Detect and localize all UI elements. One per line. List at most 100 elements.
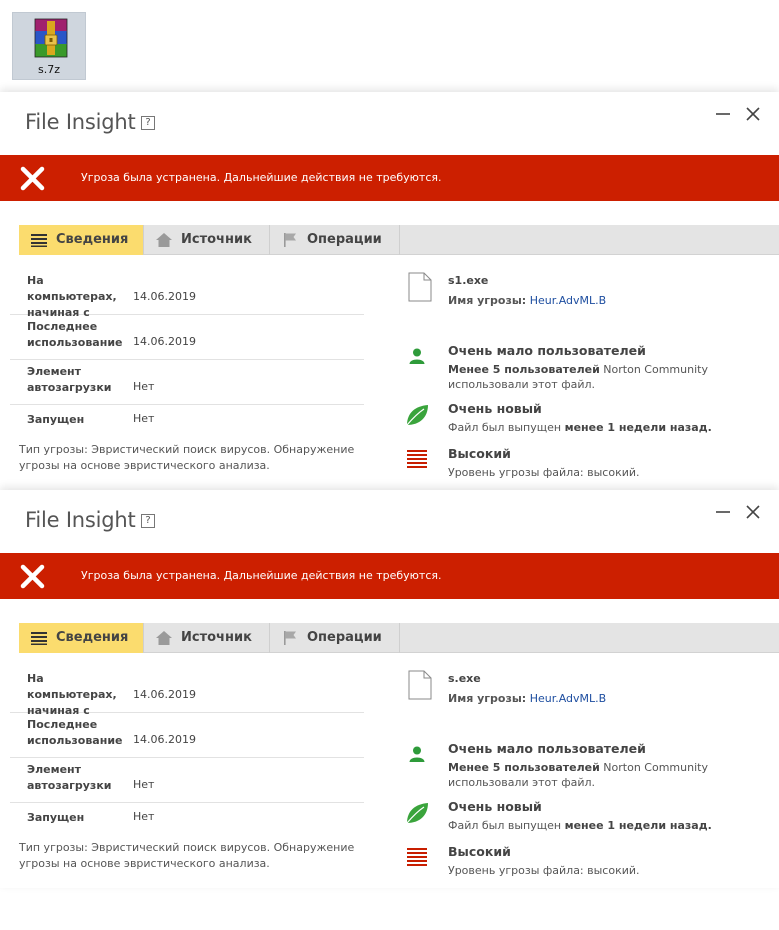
minimize-icon[interactable]	[715, 504, 731, 520]
home-icon	[156, 631, 172, 645]
stat-heading: Высокий	[448, 446, 511, 461]
detail-value: 14.06.2019	[133, 688, 196, 701]
stat-heading: Очень новый	[448, 401, 542, 416]
detail-row-startup-item: Элемент автозагрузки Нет	[10, 758, 364, 803]
tab-operations[interactable]: Операции	[270, 225, 400, 255]
detail-label: Последнее использование	[27, 718, 123, 747]
stat-desc-bold: Менее 5 пользователей	[448, 761, 600, 774]
stat-description: Уровень угрозы файла: высокий.	[448, 466, 640, 479]
stat-desc-bold: Менее 5 пользователей	[448, 363, 600, 376]
leaf-icon	[406, 405, 428, 426]
tab-details[interactable]: Сведения	[19, 623, 144, 653]
document-icon	[408, 272, 432, 302]
threat-name-label: Имя угрозы:	[448, 692, 527, 705]
user-icon	[409, 746, 425, 762]
winrar-archive-icon	[34, 18, 68, 58]
flag-icon	[284, 233, 296, 247]
detail-value: Нет	[133, 380, 155, 393]
detail-label: Последнее использование	[27, 320, 123, 349]
file-name: s.exe	[448, 672, 481, 685]
list-icon	[31, 234, 47, 247]
detail-row-startup-item: Элемент автозагрузки Нет	[10, 360, 364, 405]
status-banner: Угроза была устранена. Дальнейшие действ…	[0, 553, 779, 599]
detail-label: На компьютерах, начиная с	[27, 672, 117, 717]
stat-heading: Очень новый	[448, 799, 542, 814]
detail-label: На компьютерах, начиная с	[27, 274, 117, 319]
tab-source-label: Источник	[181, 232, 252, 247]
detail-value: 14.06.2019	[133, 733, 196, 746]
detail-value: 14.06.2019	[133, 335, 196, 348]
detail-label: Запущен	[27, 413, 85, 426]
tab-operations[interactable]: Операции	[270, 623, 400, 653]
stat-description: Файл был выпущен менее 1 недели назад.	[448, 420, 748, 435]
file-insight-window-2: File Insight ? Угроза была устранена. Да…	[0, 490, 779, 888]
minimize-icon[interactable]	[715, 106, 731, 122]
detail-row-first-seen: На компьютерах, начиная с 14.06.2019	[10, 270, 364, 319]
close-icon[interactable]	[745, 504, 761, 520]
stat-description: Файл был выпущен менее 1 недели назад.	[448, 818, 748, 833]
file-name: s1.exe	[448, 274, 489, 287]
detail-value: 14.06.2019	[133, 290, 196, 303]
detail-label: Элемент автозагрузки	[27, 365, 112, 394]
tab-bar: Сведения Источник Операции	[19, 623, 779, 653]
detail-row-running: Запущен Нет	[10, 803, 364, 833]
tab-details-label: Сведения	[56, 630, 129, 645]
detail-label: Запущен	[27, 811, 85, 824]
tab-source-label: Источник	[181, 630, 252, 645]
file-insight-window-1: File Insight ? Угроза была устранена. Да…	[0, 92, 779, 490]
desktop-file-name: s.7z	[38, 63, 60, 76]
detail-label: Элемент автозагрузки	[27, 763, 112, 792]
detail-value: Нет	[133, 778, 155, 791]
stat-description: Менее 5 пользователей Norton Community и…	[448, 760, 748, 790]
threat-name-label: Имя угрозы:	[448, 294, 527, 307]
details-table: На компьютерах, начиная с 14.06.2019 Пос…	[10, 668, 364, 833]
list-icon	[31, 632, 47, 645]
home-icon	[156, 233, 172, 247]
threat-name-line: Имя угрозы: Heur.AdvML.B	[448, 294, 606, 307]
stat-desc-bold: менее 1 недели назад.	[564, 819, 712, 832]
tab-details-label: Сведения	[56, 232, 129, 247]
threat-level-icon	[407, 450, 427, 468]
status-banner: Угроза была устранена. Дальнейшие действ…	[0, 155, 779, 201]
stat-desc-bold: менее 1 недели назад.	[564, 421, 712, 434]
threat-level-icon	[407, 848, 427, 866]
tab-source[interactable]: Источник	[144, 623, 270, 653]
details-table: На компьютерах, начиная с 14.06.2019 Пос…	[10, 270, 364, 435]
user-icon	[409, 348, 425, 364]
detail-value: Нет	[133, 412, 155, 425]
close-icon[interactable]	[745, 106, 761, 122]
threat-type-description: Тип угрозы: Эвристический поиск вирусов.…	[19, 841, 355, 870]
threat-type-description: Тип угрозы: Эвристический поиск вирусов.…	[19, 443, 355, 472]
detail-value: Нет	[133, 810, 155, 823]
flag-icon	[284, 631, 296, 645]
tab-source[interactable]: Источник	[144, 225, 270, 255]
desktop-file-s7z[interactable]: s.7z	[12, 12, 86, 80]
desktop: s.7z	[0, 0, 779, 92]
stat-heading: Очень мало пользователей	[448, 741, 646, 756]
stat-desc-text: Файл был выпущен	[448, 421, 565, 434]
stat-heading: Высокий	[448, 844, 511, 859]
leaf-icon	[406, 803, 428, 824]
stat-description: Уровень угрозы файла: высокий.	[448, 864, 640, 877]
detail-row-last-used: Последнее использование 14.06.2019	[10, 713, 364, 758]
tab-operations-label: Операции	[307, 232, 382, 247]
x-mark-icon	[20, 166, 45, 191]
stat-heading: Очень мало пользователей	[448, 343, 646, 358]
window-title: File Insight	[25, 110, 136, 134]
stat-desc-text: Файл был выпущен	[448, 819, 565, 832]
threat-name-line: Имя угрозы: Heur.AdvML.B	[448, 692, 606, 705]
stat-description: Менее 5 пользователей Norton Community и…	[448, 362, 748, 392]
help-button[interactable]: ?	[141, 116, 155, 130]
document-icon	[408, 670, 432, 700]
tab-bar: Сведения Источник Операции	[19, 225, 779, 255]
tab-details[interactable]: Сведения	[19, 225, 144, 255]
help-button[interactable]: ?	[141, 514, 155, 528]
banner-message: Угроза была устранена. Дальнейшие действ…	[81, 171, 442, 184]
detail-row-first-seen: На компьютерах, начиная с 14.06.2019	[10, 668, 364, 717]
detail-row-last-used: Последнее использование 14.06.2019	[10, 315, 364, 360]
threat-name-link[interactable]: Heur.AdvML.B	[530, 294, 607, 307]
threat-name-link[interactable]: Heur.AdvML.B	[530, 692, 607, 705]
tab-operations-label: Операции	[307, 630, 382, 645]
detail-row-running: Запущен Нет	[10, 405, 364, 435]
banner-message: Угроза была устранена. Дальнейшие действ…	[81, 569, 442, 582]
